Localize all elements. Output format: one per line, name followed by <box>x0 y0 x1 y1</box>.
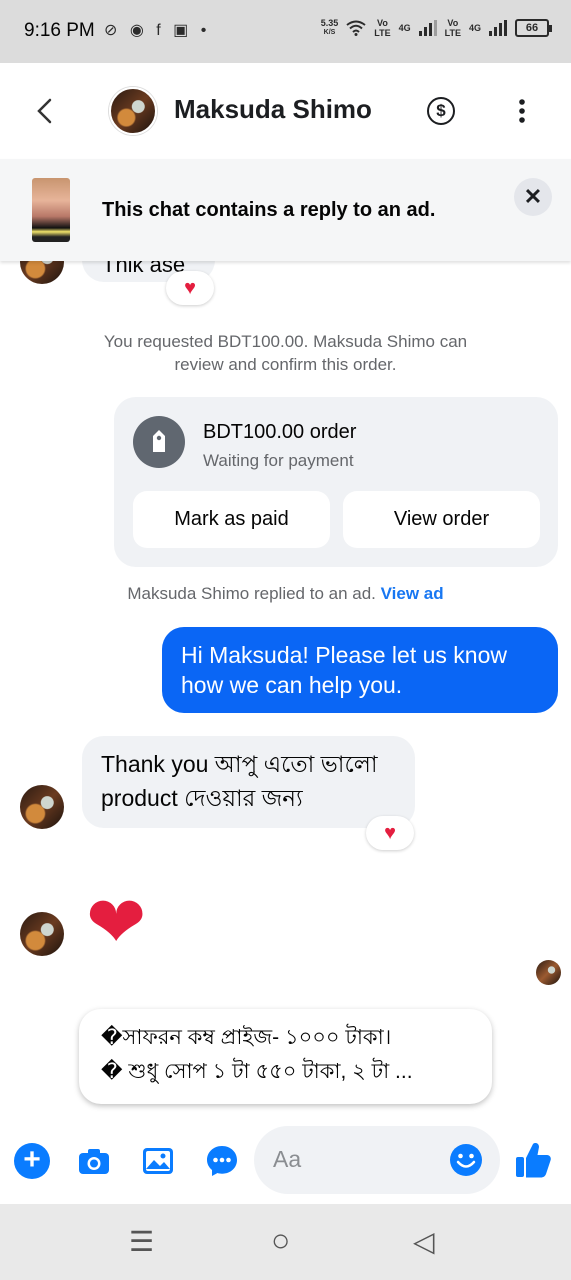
view-order-button[interactable]: View order <box>343 491 540 548</box>
read-receipt-avatar <box>536 960 561 985</box>
camera-icon[interactable] <box>76 1143 112 1179</box>
gallery-icon[interactable] <box>140 1143 176 1179</box>
contact-avatar[interactable] <box>109 87 157 135</box>
contact-name[interactable]: Maksuda Shimo <box>174 94 372 125</box>
battery-icon: 66 <box>515 19 552 37</box>
emoji-icon[interactable] <box>449 1143 483 1182</box>
suggested-reply-card[interactable]: �সাফরন কম্ব প্রাইজ- ১০০০ টাকা। � শুধু সো… <box>79 1009 492 1104</box>
heart-message[interactable]: ❤ <box>86 883 146 963</box>
signal-icon-2 <box>489 20 507 36</box>
message-bubble-incoming[interactable]: Thank you আপু এতো ভালো product দেওয়ার জ… <box>82 736 415 828</box>
back-arrow-icon[interactable] <box>36 98 54 124</box>
status-right-icons: 5.35 K/S Vo LTE 4G Vo LTE 4G 66 <box>320 18 552 38</box>
network-speed: 5.35 K/S <box>320 18 339 36</box>
contact-avatar-small <box>20 912 64 956</box>
close-banner-button[interactable]: ✕ <box>514 178 552 216</box>
heart-reaction-icon[interactable]: ♥ <box>166 271 214 305</box>
payment-icon[interactable]: $ <box>427 97 455 125</box>
message-input-placeholder: Aa <box>273 1146 302 1172</box>
plus-icon[interactable]: + <box>14 1143 50 1179</box>
ad-thumbnail[interactable] <box>32 178 70 242</box>
order-status: Waiting for payment <box>203 451 354 470</box>
signal-icon-1 <box>418 20 437 36</box>
heart-reaction-icon[interactable]: ♥ <box>366 816 414 850</box>
home-nav-icon[interactable]: ○ <box>271 1222 290 1259</box>
volte-badge-1: Vo LTE <box>374 18 391 38</box>
message-bubble-outgoing[interactable]: Hi Maksuda! Please let us know how we ca… <box>162 627 558 713</box>
messenger-icon[interactable] <box>204 1143 240 1179</box>
ad-banner-text: This chat contains a reply to an ad. <box>102 199 436 221</box>
network-type-1: 4G <box>398 23 411 33</box>
status-time: 9:16 PM <box>24 20 95 41</box>
payment-request-notice: You requested BDT100.00. Maksuda Shimo c… <box>103 332 468 374</box>
view-ad-link[interactable]: View ad <box>381 584 444 603</box>
back-nav-icon[interactable]: ◁ <box>413 1225 435 1258</box>
mark-as-paid-button[interactable]: Mark as paid <box>133 491 330 548</box>
network-type-2: 4G <box>468 23 481 33</box>
ad-reply-notice: Maksuda Shimo replied to an ad. View ad <box>127 584 444 603</box>
wifi-icon <box>346 20 366 36</box>
more-options-icon[interactable] <box>516 98 528 129</box>
notification-icons: ⊘ ◉ f ▣ • <box>104 22 211 39</box>
price-tag-icon <box>133 416 185 468</box>
recents-nav-icon[interactable]: ☰ <box>129 1225 154 1258</box>
order-title: BDT100.00 order <box>203 421 357 443</box>
volte-badge-2: Vo LTE <box>444 18 461 38</box>
thumbs-up-icon[interactable] <box>514 1140 552 1185</box>
contact-avatar-small <box>20 785 64 829</box>
